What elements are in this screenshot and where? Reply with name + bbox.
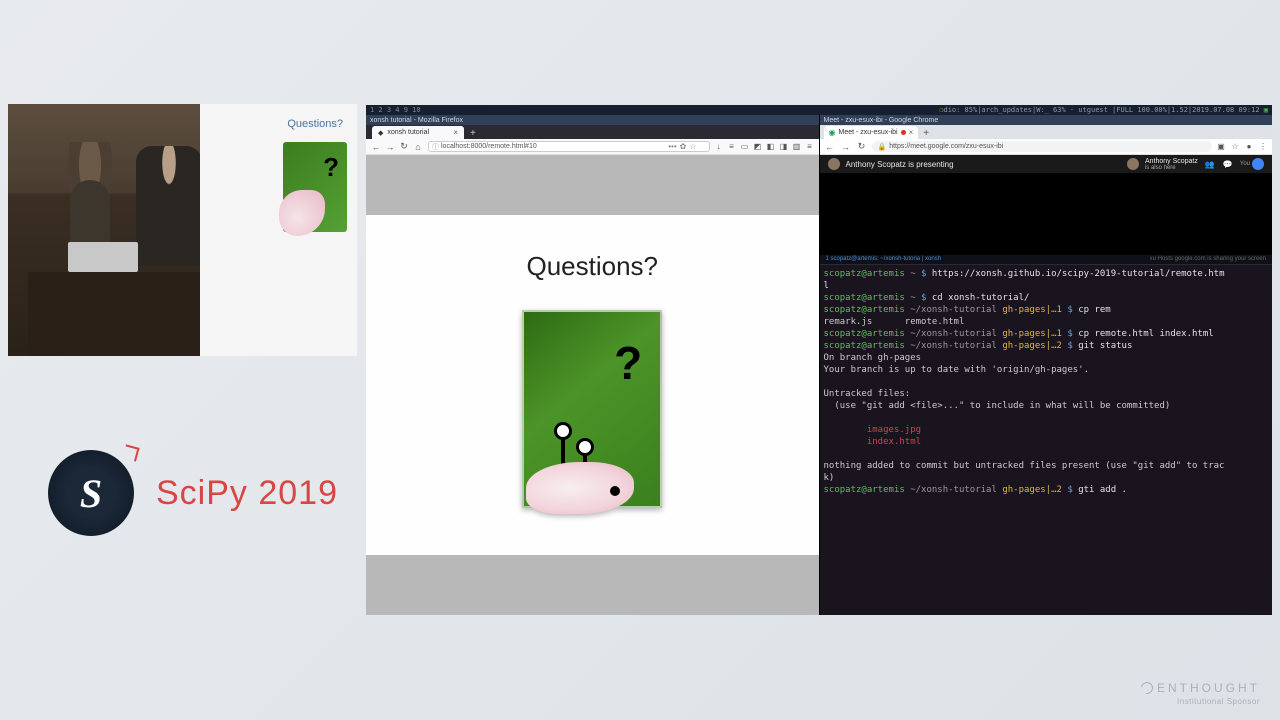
ext1-icon[interactable]: ▭ (740, 142, 750, 152)
firefox-new-tab-button[interactable]: + (464, 128, 482, 139)
firefox-url-bar[interactable]: localhost:8000/remote.html#10 ••• ✿ ☆ (428, 141, 710, 152)
terminal[interactable]: scopatz@artemis ~ $ https://xonsh.github… (820, 265, 1273, 615)
forward-button[interactable]: → (384, 141, 396, 153)
slide-heading: Questions? (526, 251, 658, 282)
presentation-slide: Questions? (366, 215, 819, 555)
chrome-tabstrip[interactable]: ◉ Meet - zxu-esux-ibi × + (820, 125, 1273, 139)
chrome-tab-close-icon[interactable]: × (909, 128, 914, 137)
chat-icon[interactable]: 💬 (1222, 158, 1234, 170)
enthought-ring-icon (1139, 680, 1156, 697)
projected-image (283, 142, 347, 232)
pocket-icon[interactable]: ✿ (680, 142, 687, 151)
bookmark-icon[interactable]: ☆ (1230, 142, 1240, 152)
sponsor-name: ENTHOUGHT (1157, 681, 1260, 695)
ext3-icon[interactable]: ◧ (766, 142, 776, 152)
menu-icon[interactable]: ≡ (805, 142, 815, 152)
speakers-room (8, 104, 200, 356)
participant-name: Anthony Scopatz (1145, 158, 1198, 165)
chrome-new-tab-button[interactable]: + (918, 128, 934, 139)
back-button[interactable]: ← (370, 141, 382, 153)
terminal-tab-meta: xu Hosts google.com is sharing your scre… (1144, 255, 1272, 264)
speaker-2 (136, 146, 202, 266)
chrome-titlebar[interactable]: Meet - zxu-esux-ibi - Google Chrome (820, 115, 1273, 125)
sidebar-icon[interactable]: ▥ (792, 142, 802, 152)
terminal-tabs[interactable]: 1 scopatz@artemis: ~/xonsh-tutoria | xon… (820, 255, 1273, 265)
i3-workspaces[interactable]: 1 2 3 4 9 10 (370, 106, 421, 114)
chrome-tab-active[interactable]: ◉ Meet - zxu-esux-ibi × (824, 126, 919, 139)
presenting-label: Anthony Scopatz is presenting (846, 160, 954, 169)
people-icon[interactable]: 👥 (1204, 158, 1216, 170)
presenter-avatar-icon (828, 158, 840, 170)
sponsor-subtitle: Institutional Sponsor (1141, 697, 1260, 706)
scipy-logo-icon: S (48, 450, 134, 536)
chrome-toolbar: ← → ↻ 🔒 https://meet.google.com/zxu-esux… (820, 139, 1273, 155)
home-button[interactable]: ⌂ (412, 141, 424, 153)
tab-close-icon[interactable]: × (453, 128, 458, 137)
chrome-menu-icon[interactable]: ⋮ (1258, 142, 1268, 152)
ext4-icon[interactable]: ◨ (779, 142, 789, 152)
chrome-tab-title: Meet - zxu-esux-ibi (838, 129, 897, 136)
scipy-branding: S SciPy 2019 (48, 450, 338, 536)
chrome-window: Meet - zxu-esux-ibi - Google Chrome ◉ Me… (820, 115, 1273, 615)
i3-status-bar[interactable]: 1 2 3 4 9 10 ❍dio: 85%|arch_updates|W:_ … (366, 105, 1272, 115)
you-label: You (1240, 161, 1250, 167)
projected-screen: Questions? (200, 104, 357, 356)
slide-image (522, 310, 662, 508)
meet-header: Anthony Scopatz is presenting Anthony Sc… (820, 155, 1273, 173)
chrome-forward-button[interactable]: → (840, 141, 852, 153)
firefox-tabstrip[interactable]: ◆ xonsh tutorial × + (366, 125, 819, 139)
participant-sub: is also here (1145, 165, 1198, 171)
firefox-titlebar[interactable]: xonsh tutorial - Mozilla Firefox (366, 115, 819, 125)
chrome-back-button[interactable]: ← (824, 141, 836, 153)
star-icon[interactable]: ☆ (689, 142, 696, 151)
camera-feed: Questions? (8, 104, 357, 356)
laptop-1 (68, 242, 138, 272)
tab-title: xonsh tutorial (387, 129, 429, 136)
ext2-icon[interactable]: ◩ (753, 142, 763, 152)
i3-status: ❍dio: 85%|arch_updates|W:_ 63% - utguest… (939, 106, 1268, 114)
projected-title: Questions? (287, 118, 343, 130)
scipy-logo-text: SciPy 2019 (156, 474, 338, 513)
reload-button[interactable]: ↻ (398, 141, 410, 153)
self-avatar-icon[interactable] (1252, 158, 1264, 170)
url-text: localhost:8000/remote.html#10 (441, 143, 537, 150)
firefox-window: xonsh tutorial - Mozilla Firefox ◆ xonsh… (366, 115, 820, 615)
chrome-url-text: https://meet.google.com/zxu-esux-ibi (889, 143, 1003, 150)
firefox-toolbar: ← → ↻ ⌂ localhost:8000/remote.html#10 ••… (366, 139, 819, 155)
slug-illustration (526, 414, 634, 514)
participant-avatar-icon (1127, 158, 1139, 170)
chrome-reload-button[interactable]: ↻ (856, 141, 868, 153)
tab-favicon-icon: ◆ (378, 129, 383, 137)
sponsor-block: ENTHOUGHT Institutional Sponsor (1141, 681, 1260, 706)
firefox-tab-active[interactable]: ◆ xonsh tutorial × (372, 126, 464, 139)
recording-indicator-icon (901, 130, 906, 135)
terminal-tab-1[interactable]: 1 scopatz@artemis: ~/xonsh-tutoria | xon… (820, 255, 948, 264)
chrome-omnibox[interactable]: 🔒 https://meet.google.com/zxu-esux-ibi (872, 141, 1213, 152)
lock-icon: 🔒 (878, 143, 887, 151)
slug-icon (279, 190, 325, 236)
firefox-viewport[interactable]: Questions? (366, 155, 819, 615)
reader-icon[interactable]: ••• (668, 142, 676, 151)
cast-icon[interactable]: ▣ (1216, 142, 1226, 152)
library-icon[interactable]: ≡ (727, 142, 737, 152)
shared-desktop: 1 2 3 4 9 10 ❍dio: 85%|arch_updates|W:_ … (366, 105, 1272, 615)
meet-video-area (820, 173, 1273, 255)
avatar-icon[interactable]: ● (1244, 142, 1254, 152)
downloads-icon[interactable]: ↓ (714, 142, 724, 152)
meet-favicon-icon: ◉ (829, 128, 836, 137)
